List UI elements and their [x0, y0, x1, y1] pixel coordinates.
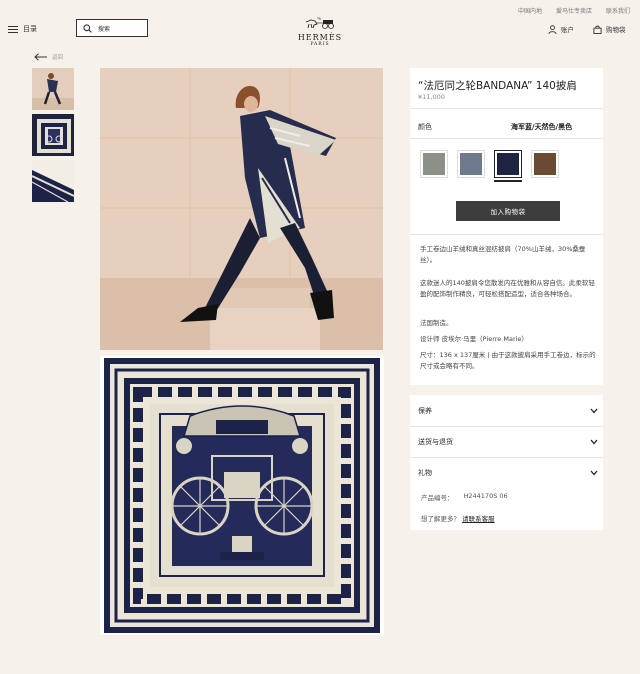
description-origin: 法国制造。 [420, 319, 453, 327]
selected-swatch-underline [494, 180, 522, 182]
contact-customer-service-link[interactable]: 请联系客服 [462, 515, 495, 523]
divider [410, 108, 603, 109]
color-label: 颜色 [418, 123, 432, 131]
product-number-label: 产品编号： [421, 494, 454, 502]
thumbnail-folded-image [32, 160, 74, 202]
chevron-down-icon [590, 408, 598, 414]
brand-city: PARIS [310, 42, 330, 47]
color-swatch-3-selected[interactable] [494, 150, 522, 178]
shopping-bag-icon [593, 25, 602, 34]
divider [410, 234, 603, 235]
thumbnail-scarf-flat[interactable] [32, 114, 74, 156]
color-swatch-4[interactable] [531, 150, 559, 178]
hamburger-icon [8, 25, 18, 33]
main-image-model [100, 68, 383, 350]
divider [410, 138, 603, 139]
add-to-bag-button[interactable]: 加入购物袋 [456, 201, 560, 221]
top-links: 中国内地 爱马仕专卖店 联系我们 [518, 6, 630, 15]
thumbnail-scarf-image [33, 115, 73, 155]
description-material: 手工卷边山羊绒和真丝混纺披肩（70%山羊绒，30%桑蚕丝）。 [420, 245, 586, 264]
model-photo [100, 68, 383, 350]
contact-line: 想了解更多？ 请联系客服 [421, 513, 495, 523]
product-number: 产品编号： H244170S 06 [421, 492, 508, 502]
back-label: 返回 [52, 55, 64, 61]
product-title: “法厄同之轮BANDANA” 140披肩 [418, 80, 577, 92]
description-designer: 设计师 皮埃尔·马里（Pierre Marie） [420, 335, 528, 343]
back-link[interactable]: 返回 [34, 53, 63, 61]
main-image-scarf [100, 356, 384, 635]
color-value: 海军蓝/天然色/黑色 [511, 123, 573, 131]
accordion-care[interactable]: 保养 [418, 406, 598, 416]
thumbnail-model-image [32, 68, 74, 110]
accordion-care-label: 保养 [418, 407, 432, 415]
divider [410, 457, 603, 458]
accordion-delivery-label: 送货与退货 [418, 438, 453, 446]
chevron-down-icon [590, 470, 598, 476]
shopping-bag-button[interactable]: 购物袋 [593, 24, 626, 34]
thumbnail-model[interactable] [32, 68, 74, 110]
description-size: 尺寸：136 x 137厘米 | 由于这款披肩采用手工卷边，标示的尺寸或会略有不… [420, 351, 596, 370]
region-link[interactable]: 中国内地 [518, 6, 542, 15]
product-number-value: H244170S 06 [463, 492, 508, 500]
arrow-left-icon [34, 53, 47, 61]
brand-name: HERMÈS [297, 33, 343, 42]
cart-label: 购物袋 [606, 26, 626, 34]
contact-link[interactable]: 联系我们 [606, 6, 630, 15]
account-button[interactable]: 账户 [548, 24, 574, 34]
user-icon [548, 24, 557, 34]
color-swatch-1[interactable] [420, 150, 448, 178]
carriage-logo-icon [305, 17, 334, 29]
color-swatch-2[interactable] [457, 150, 485, 178]
search-input[interactable]: 搜索 [76, 19, 148, 37]
search-placeholder: 搜索 [98, 25, 111, 33]
stores-link[interactable]: 爱马仕专卖店 [556, 6, 592, 15]
brand-logo[interactable]: HERMÈS PARIS [290, 14, 350, 47]
accordion-delivery[interactable]: 送货与退货 [418, 437, 598, 447]
menu-button[interactable]: 目录 [8, 24, 37, 34]
account-label: 账户 [561, 26, 574, 34]
description-body: 这款迷人的140披肩令您散发内在优雅和从容自信。此柔软轻盈的配饰制作精良，可轻松… [420, 279, 595, 298]
scarf-photo [104, 358, 380, 633]
thumbnail-scarf-folded[interactable] [32, 160, 74, 202]
product-price: ¥11,000 [418, 93, 445, 101]
accordion-gift[interactable]: 礼物 [418, 468, 598, 478]
menu-label: 目录 [23, 25, 37, 33]
divider [410, 426, 603, 427]
accordion-gift-label: 礼物 [418, 469, 432, 477]
contact-prefix: 想了解更多？ [421, 515, 460, 523]
search-icon [83, 23, 92, 33]
chevron-down-icon [590, 439, 598, 445]
